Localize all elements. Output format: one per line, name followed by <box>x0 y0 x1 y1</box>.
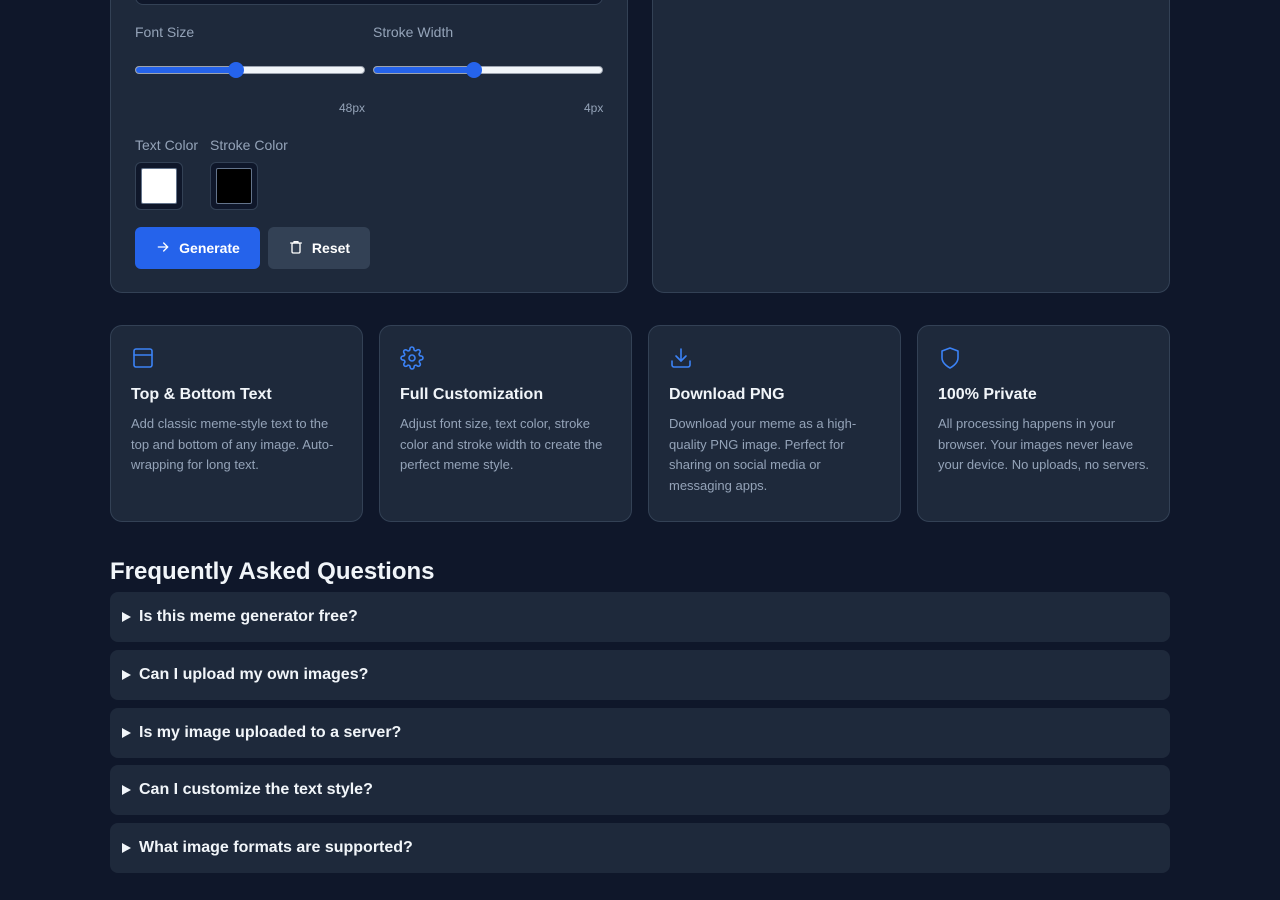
faq-item[interactable]: Can I upload my own images? <box>110 650 1170 700</box>
font-size-value: 48px <box>339 101 366 115</box>
feature-description: Download your meme as a high-quality PNG… <box>669 416 857 493</box>
font-size-label: Font Size <box>135 24 195 40</box>
faq-item[interactable]: Is this meme generator free? <box>110 592 1170 642</box>
gear-icon <box>400 346 424 370</box>
caret-right-icon <box>122 843 131 853</box>
feature-title: Full Customization <box>400 386 544 403</box>
reset-button-label: Reset <box>311 240 351 256</box>
feature-description: Adjust font size, text color, stroke col… <box>400 416 603 472</box>
faq-item[interactable]: Is my image uploaded to a server? <box>110 708 1170 758</box>
generate-button[interactable]: Generate <box>135 227 260 269</box>
font-size-slider[interactable] <box>135 62 365 78</box>
arrow-right-icon <box>155 239 171 258</box>
feature-card-customization: Full Customization Adjust font size, tex… <box>379 325 632 522</box>
feature-title: Top & Bottom Text <box>131 386 272 403</box>
stroke-color-label: Stroke Color <box>210 137 288 153</box>
download-icon <box>669 346 693 370</box>
preview-panel <box>652 0 1170 293</box>
feature-card-download: Download PNG Download your meme as a hig… <box>648 325 901 522</box>
faq-question: What image formats are supported? <box>139 839 413 856</box>
faq-title: Frequently Asked Questions <box>110 558 435 585</box>
feature-description: All processing happens in your browser. … <box>938 416 1149 472</box>
feature-title: 100% Private <box>938 386 1037 403</box>
caret-right-icon <box>122 728 131 738</box>
faq-item[interactable]: What image formats are supported? <box>110 823 1170 873</box>
stroke-width-value: 4px <box>584 101 604 115</box>
stroke-color-picker[interactable] <box>210 162 258 210</box>
font-size-slider-thumb[interactable] <box>228 62 245 78</box>
caret-right-icon <box>122 670 131 680</box>
controls-panel: Font Size Stroke Width 48px 4px Text Col… <box>110 0 628 293</box>
faq-item[interactable]: Can I customize the text style? <box>110 765 1170 815</box>
faq-question: Can I upload my own images? <box>139 666 369 683</box>
text-color-picker[interactable] <box>135 162 183 210</box>
layout-icon <box>131 346 155 370</box>
feature-description: Add classic meme-style text to the top a… <box>131 416 334 472</box>
reset-button[interactable]: Reset <box>268 227 370 269</box>
bottom-text-input[interactable] <box>135 0 603 5</box>
feature-card-text: Top & Bottom Text Add classic meme-style… <box>110 325 363 522</box>
stroke-width-slider[interactable] <box>373 62 603 78</box>
feature-title: Download PNG <box>669 386 785 403</box>
shield-icon <box>938 346 962 370</box>
faq-question: Is this meme generator free? <box>139 608 358 625</box>
text-color-label: Text Color <box>135 137 199 153</box>
caret-right-icon <box>122 785 131 795</box>
faq-question: Is my image uploaded to a server? <box>139 724 402 741</box>
caret-right-icon <box>122 612 131 622</box>
text-color-swatch <box>141 168 177 204</box>
stroke-width-slider-thumb[interactable] <box>466 62 483 78</box>
trash-icon <box>288 239 304 258</box>
stroke-color-swatch <box>216 168 252 204</box>
faq-question: Can I customize the text style? <box>139 781 373 798</box>
generate-button-label: Generate <box>179 240 240 256</box>
stroke-width-label: Stroke Width <box>373 24 454 40</box>
feature-card-private: 100% Private All processing happens in y… <box>917 325 1170 522</box>
